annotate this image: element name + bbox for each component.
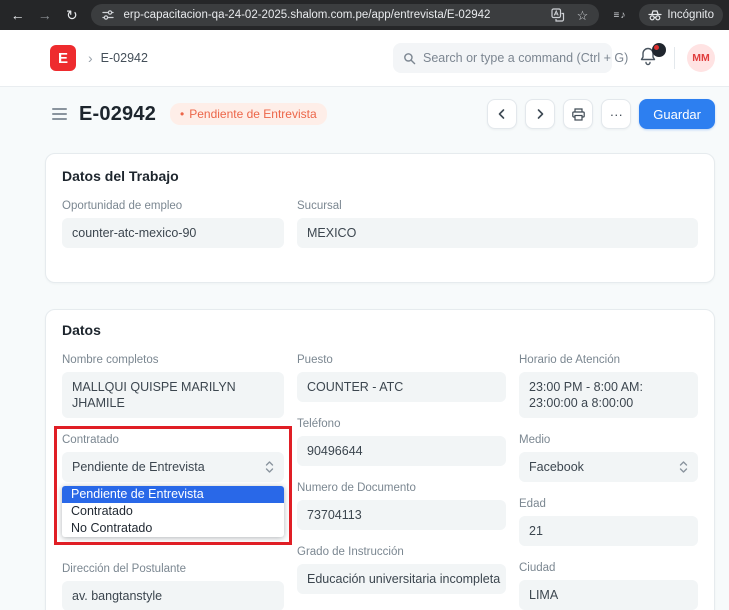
ellipsis-icon: ··· bbox=[610, 107, 623, 122]
field-ciudad: Ciudad LIMA bbox=[519, 562, 698, 610]
translate-icon[interactable] bbox=[549, 6, 567, 24]
app-header: E › E-02942 Search or type a command (Ct… bbox=[0, 30, 729, 87]
notification-badge bbox=[652, 43, 666, 57]
puesto-input[interactable]: COUNTER - ATC bbox=[297, 372, 506, 402]
field-medio: Medio Facebook bbox=[519, 434, 698, 482]
select-chevrons-icon bbox=[679, 460, 688, 474]
page-title-row: E-02942 • Pendiente de Entrevista ··· Gu… bbox=[45, 95, 715, 133]
url-text: erp-capacitacion-qa-24-02-2025.shalom.co… bbox=[123, 9, 543, 21]
nombre-input[interactable]: MALLQUI QUISPE MARILYN JHAMILE bbox=[62, 372, 284, 418]
ciudad-input[interactable]: LIMA bbox=[519, 580, 698, 610]
field-label: Dirección del Postulante bbox=[62, 563, 284, 575]
form-column-3: Horario de Atención 23:00 PM - 8:00 AM: … bbox=[519, 354, 698, 610]
save-button[interactable]: Guardar bbox=[639, 99, 715, 129]
field-contratado-annotated: Contratado Pendiente de Entrevista Pendi… bbox=[62, 434, 284, 537]
grado-input[interactable]: Educación universitaria incompleta bbox=[297, 564, 506, 594]
medio-select[interactable]: Facebook bbox=[519, 452, 698, 482]
page-title: E-02942 bbox=[79, 103, 156, 126]
section-datos: Datos Nombre completos MALLQUI QUISPE MA… bbox=[45, 309, 715, 610]
field-label: Teléfono bbox=[297, 418, 506, 430]
field-oportunidad-de-empleo: Oportunidad de empleo counter-atc-mexico… bbox=[62, 200, 284, 248]
documento-input[interactable]: 73704113 bbox=[297, 500, 506, 530]
breadcrumb-chevron-icon: › bbox=[88, 50, 93, 66]
field-label: Ciudad bbox=[519, 562, 698, 574]
contratado-select[interactable]: Pendiente de Entrevista bbox=[62, 452, 284, 482]
oportunidad-input[interactable]: counter-atc-mexico-90 bbox=[62, 218, 284, 248]
browser-forward-button[interactable]: → bbox=[33, 3, 56, 27]
form-column-1: Nombre completos MALLQUI QUISPE MARILYN … bbox=[62, 354, 284, 610]
address-bar[interactable]: erp-capacitacion-qa-24-02-2025.shalom.co… bbox=[91, 4, 599, 26]
field-sucursal: Sucursal MEXICO bbox=[297, 200, 698, 248]
main-content: E-02942 • Pendiente de Entrevista ··· Gu… bbox=[0, 87, 729, 610]
field-label: Oportunidad de empleo bbox=[62, 200, 284, 212]
section-title: Datos bbox=[62, 322, 698, 338]
field-nombre-completos: Nombre completos MALLQUI QUISPE MARILYN … bbox=[62, 354, 284, 418]
app-logo[interactable]: E bbox=[50, 45, 76, 71]
section-title: Datos del Trabajo bbox=[62, 168, 698, 184]
dropdown-option-no-contratado[interactable]: No Contratado bbox=[62, 520, 284, 537]
next-record-button[interactable] bbox=[525, 99, 555, 129]
sucursal-input[interactable]: MEXICO bbox=[297, 218, 698, 248]
field-horario-de-atencion: Horario de Atención 23:00 PM - 8:00 AM: … bbox=[519, 354, 698, 418]
field-label: Nombre completos bbox=[62, 354, 284, 366]
field-label: Contratado bbox=[62, 434, 284, 446]
field-label: Numero de Documento bbox=[297, 482, 506, 494]
browser-back-button[interactable]: ← bbox=[6, 3, 29, 27]
section-datos-del-trabajo: Datos del Trabajo Oportunidad de empleo … bbox=[45, 153, 715, 283]
field-numero-de-documento: Numero de Documento 73704113 bbox=[297, 482, 506, 530]
toolbar: ··· Guardar bbox=[487, 99, 715, 129]
print-button[interactable] bbox=[563, 99, 593, 129]
contratado-selected-value: Pendiente de Entrevista bbox=[72, 459, 205, 475]
status-badge: • Pendiente de Entrevista bbox=[170, 103, 327, 125]
bookmark-star-icon[interactable]: ☆ bbox=[573, 6, 591, 24]
notifications-button[interactable] bbox=[638, 46, 662, 70]
media-controls-icon[interactable]: ≡♪ bbox=[613, 10, 625, 21]
printer-icon bbox=[571, 107, 586, 122]
avatar[interactable]: MM bbox=[687, 44, 715, 72]
form-column-2: Puesto COUNTER - ATC Teléfono 90496644 N… bbox=[297, 354, 506, 610]
incognito-label: Incógnito bbox=[667, 9, 714, 21]
medio-selected-value: Facebook bbox=[529, 459, 584, 475]
more-options-button[interactable]: ··· bbox=[601, 99, 631, 129]
breadcrumb[interactable]: E-02942 bbox=[101, 51, 148, 65]
field-label: Grado de Instrucción bbox=[297, 546, 506, 558]
dropdown-option-contratado[interactable]: Contratado bbox=[62, 503, 284, 520]
field-direccion-del-postulante: Dirección del Postulante av. bangtanstyl… bbox=[62, 563, 284, 610]
field-label: Puesto bbox=[297, 354, 506, 366]
sidebar-toggle-icon[interactable] bbox=[52, 108, 67, 120]
previous-record-button[interactable] bbox=[487, 99, 517, 129]
direccion-input[interactable]: av. bangtanstyle bbox=[62, 581, 284, 610]
field-telefono: Teléfono 90496644 bbox=[297, 418, 506, 466]
edad-input[interactable]: 21 bbox=[519, 516, 698, 546]
horario-input[interactable]: 23:00 PM - 8:00 AM: 23:00:00 a 8:00:00 bbox=[519, 372, 698, 418]
search-input[interactable]: Search or type a command (Ctrl + G) bbox=[393, 43, 612, 73]
field-label: Sucursal bbox=[297, 200, 698, 212]
status-badge-label: Pendiente de Entrevista bbox=[189, 107, 316, 121]
field-puesto: Puesto COUNTER - ATC bbox=[297, 354, 506, 402]
telefono-input[interactable]: 90496644 bbox=[297, 436, 506, 466]
field-label: Edad bbox=[519, 498, 698, 510]
field-label: Medio bbox=[519, 434, 698, 446]
browser-chrome: ← → ↻ erp-capacitacion-qa-24-02-2025.sha… bbox=[0, 0, 729, 30]
search-placeholder: Search or type a command (Ctrl + G) bbox=[423, 51, 628, 65]
incognito-indicator: Incógnito bbox=[639, 4, 723, 26]
incognito-icon bbox=[648, 9, 662, 21]
chevron-right-icon bbox=[534, 108, 546, 120]
select-chevrons-icon bbox=[265, 460, 274, 474]
contratado-dropdown-menu: Pendiente de Entrevista Contratado No Co… bbox=[62, 486, 284, 537]
field-edad: Edad 21 bbox=[519, 498, 698, 546]
status-dot-icon: • bbox=[180, 107, 184, 121]
field-grado-de-instruccion: Grado de Instrucción Educación universit… bbox=[297, 546, 506, 594]
field-label: Horario de Atención bbox=[519, 354, 698, 366]
dropdown-option-pendiente[interactable]: Pendiente de Entrevista bbox=[62, 486, 284, 503]
site-info-icon[interactable] bbox=[99, 6, 117, 24]
header-divider bbox=[674, 47, 675, 69]
search-icon bbox=[403, 52, 416, 65]
chevron-left-icon bbox=[496, 108, 508, 120]
browser-reload-button[interactable]: ↻ bbox=[60, 3, 83, 27]
